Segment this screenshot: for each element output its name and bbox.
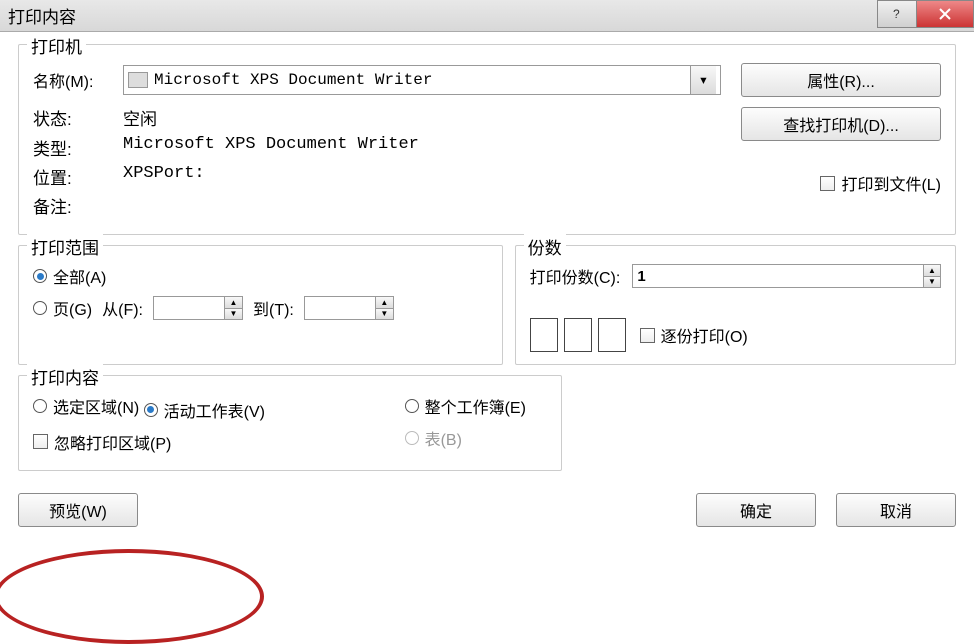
content-active-label: 活动工作表(V)	[164, 398, 265, 422]
content-table-radio: 表(B)	[405, 426, 462, 450]
radio-icon	[144, 403, 158, 417]
printer-name-select[interactable]: Microsoft XPS Document Writer ▾	[123, 65, 721, 95]
copies-group: 份数 打印份数(C): ▲▼ 逐份打印(O)	[515, 245, 956, 365]
content-table-label: 表(B)	[425, 426, 462, 450]
help-icon: ?	[890, 7, 904, 21]
to-label: 到(T):	[253, 296, 294, 320]
content-active-radio[interactable]: 活动工作表(V)	[144, 398, 265, 422]
printer-right-buttons: 属性(R)...	[741, 63, 941, 97]
titlebar: 打印内容 ?	[0, 0, 974, 32]
location-value: XPSPort:	[123, 164, 205, 189]
ignore-area-checkbox[interactable]: 忽略打印区域(P)	[33, 430, 171, 454]
svg-text:?: ?	[893, 7, 900, 21]
titlebar-buttons: ?	[878, 0, 974, 31]
checkbox-icon	[33, 434, 48, 449]
to-input[interactable]	[305, 297, 375, 319]
ignore-area-label: 忽略打印区域(P)	[54, 430, 171, 454]
status-value: 空闲	[123, 105, 157, 131]
spinner-down-icon[interactable]: ▼	[376, 309, 393, 320]
spinner-up-icon[interactable]: ▲	[924, 265, 940, 277]
radio-icon	[33, 269, 47, 283]
spinner-up-icon[interactable]: ▲	[225, 297, 242, 309]
printer-name-row: 名称(M): Microsoft XPS Document Writer ▾ 属…	[33, 63, 941, 97]
help-button[interactable]: ?	[877, 0, 917, 28]
printer-name-value: Microsoft XPS Document Writer	[154, 71, 690, 89]
collate-checkbox[interactable]: 逐份打印(O)	[640, 323, 748, 347]
radio-icon	[405, 399, 419, 413]
print-range-group: 打印范围 全部(A) 页(G) 从(F): ▲▼ 到(T): ▲▼	[18, 245, 503, 365]
print-to-file-label: 打印到文件(L)	[841, 171, 941, 195]
page-icon	[598, 318, 626, 352]
range-pages-label: 页(G)	[53, 296, 92, 320]
print-content-title: 打印内容	[27, 364, 103, 389]
ok-button[interactable]: 确定	[696, 493, 816, 527]
range-pages-radio[interactable]: 页(G)	[33, 296, 92, 320]
printer-group: 打印机 名称(M): Microsoft XPS Document Writer…	[18, 44, 956, 235]
copies-title: 份数	[524, 234, 566, 259]
dialog-title: 打印内容	[8, 3, 878, 28]
type-label: 类型:	[33, 135, 123, 160]
range-all-radio[interactable]: 全部(A)	[33, 264, 106, 288]
type-value: Microsoft XPS Document Writer	[123, 135, 419, 160]
content-workbook-label: 整个工作簿(E)	[425, 394, 526, 418]
preview-button[interactable]: 预览(W)	[18, 493, 138, 527]
checkbox-icon	[820, 176, 835, 191]
dialog-body: 打印机 名称(M): Microsoft XPS Document Writer…	[0, 32, 974, 489]
close-icon	[938, 7, 952, 21]
page-icon	[530, 318, 558, 352]
content-selection-radio[interactable]: 选定区域(N)	[33, 394, 139, 418]
radio-icon	[33, 301, 47, 315]
print-to-file-checkbox[interactable]: 打印到文件(L)	[820, 171, 941, 195]
cancel-button[interactable]: 取消	[836, 493, 956, 527]
find-printer-button[interactable]: 查找打印机(D)...	[741, 107, 941, 141]
location-label: 位置:	[33, 164, 123, 189]
printer-icon	[128, 72, 148, 88]
copies-spinner[interactable]: ▲▼	[632, 264, 941, 288]
from-input[interactable]	[154, 297, 224, 319]
collate-preview	[530, 318, 626, 352]
collate-label: 逐份打印(O)	[661, 323, 748, 347]
spinner-down-icon[interactable]: ▼	[225, 309, 242, 320]
page-icon	[564, 318, 592, 352]
radio-icon	[33, 399, 47, 413]
printer-group-title: 打印机	[27, 33, 86, 58]
printer-name-label: 名称(M):	[33, 68, 123, 92]
print-range-title: 打印范围	[27, 234, 103, 259]
content-workbook-radio[interactable]: 整个工作簿(E)	[405, 394, 526, 418]
copies-count-label: 打印份数(C):	[530, 264, 621, 288]
properties-button[interactable]: 属性(R)...	[741, 63, 941, 97]
comment-label: 备注:	[33, 193, 123, 218]
to-spinner[interactable]: ▲▼	[304, 296, 394, 320]
from-spinner[interactable]: ▲▼	[153, 296, 243, 320]
print-content-group: 打印内容 选定区域(N) 活动工作表(V) 忽略打印区域(P)	[18, 375, 562, 471]
spinner-down-icon[interactable]: ▼	[924, 277, 940, 288]
spinner-up-icon[interactable]: ▲	[376, 297, 393, 309]
chevron-down-icon[interactable]: ▾	[690, 66, 716, 94]
checkbox-icon	[640, 328, 655, 343]
status-label: 状态:	[33, 105, 123, 131]
range-all-label: 全部(A)	[53, 264, 106, 288]
dialog-buttons: 预览(W) 确定 取消	[0, 489, 974, 539]
content-selection-label: 选定区域(N)	[53, 394, 139, 418]
annotation-circle	[0, 549, 264, 644]
close-button[interactable]	[916, 0, 974, 28]
from-label: 从(F):	[102, 296, 143, 320]
radio-icon	[405, 431, 419, 445]
copies-input[interactable]	[633, 265, 923, 287]
